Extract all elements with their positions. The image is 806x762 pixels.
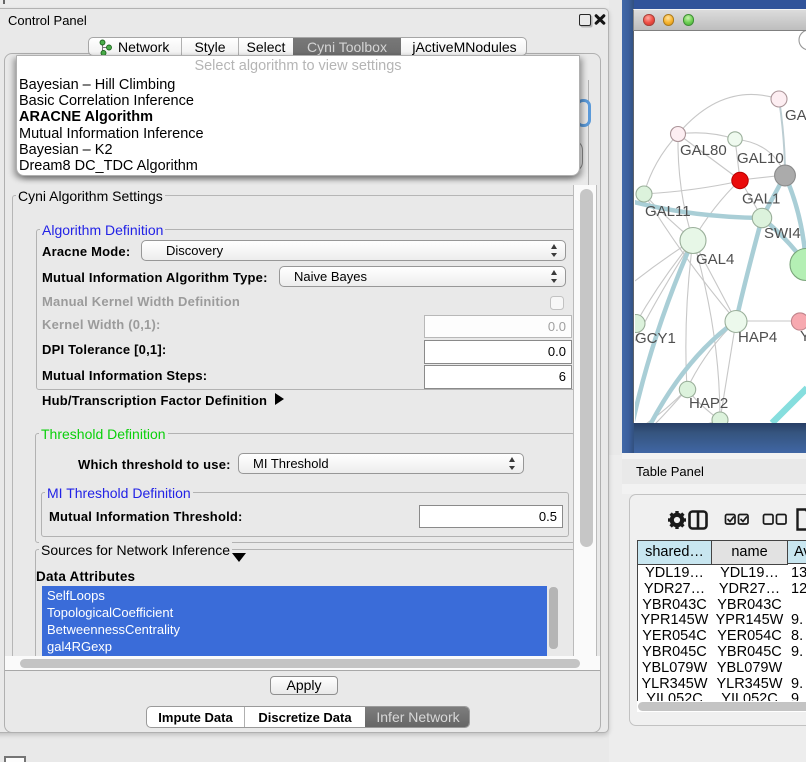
svg-text:GAL10: GAL10	[737, 150, 784, 167]
svg-text:GAL1: GAL1	[742, 191, 780, 208]
svg-text:GCY1: GCY1	[635, 330, 676, 347]
svg-text:Y: Y	[800, 328, 806, 345]
svg-text:GAL80: GAL80	[680, 142, 727, 159]
svg-text:GAL: GAL	[785, 107, 806, 124]
svg-text:SWI4: SWI4	[764, 225, 801, 242]
svg-text:GAL4: GAL4	[696, 251, 734, 268]
svg-text:HAP4: HAP4	[738, 329, 777, 346]
svg-text:HAP2: HAP2	[689, 395, 728, 412]
svg-text:GAL11: GAL11	[645, 203, 691, 220]
